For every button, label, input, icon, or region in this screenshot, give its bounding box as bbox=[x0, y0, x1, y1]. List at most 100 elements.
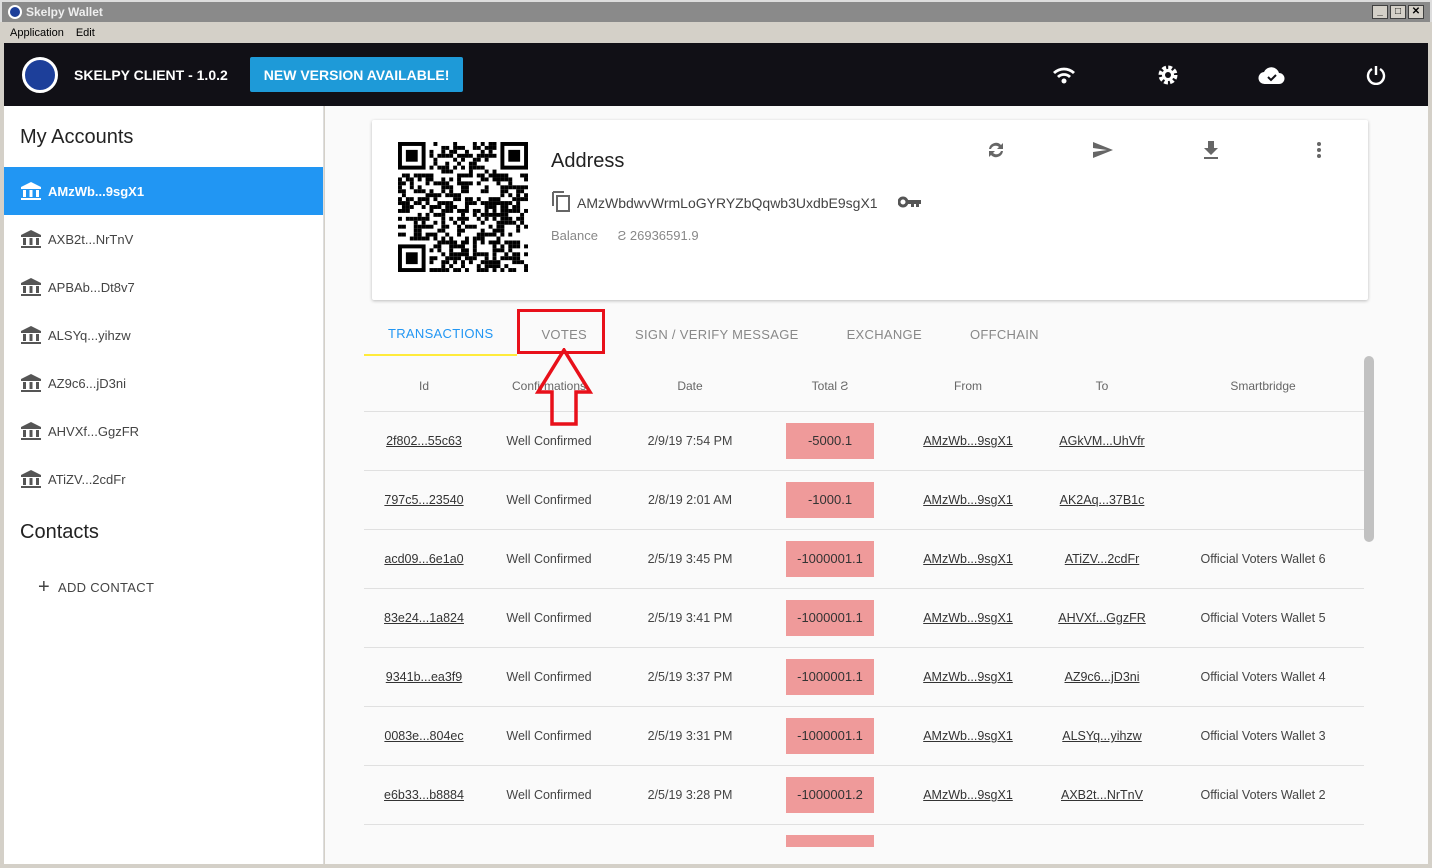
plus-icon: + bbox=[38, 575, 50, 598]
tab-sign-verify-message[interactable]: SIGN / VERIFY MESSAGE bbox=[611, 312, 823, 356]
tx-id-link[interactable]: 83e24...1a824 bbox=[384, 611, 464, 625]
total-amount: -1000001.1 bbox=[786, 659, 874, 695]
total-amount: -1000001.1 bbox=[786, 600, 874, 636]
sidebar-account-item[interactable]: AXB2t...NrTnV bbox=[4, 215, 323, 263]
account-label: AZ9c6...jD3ni bbox=[48, 375, 127, 391]
close-button[interactable]: ✕ bbox=[1408, 5, 1424, 19]
smartbridge-cell: Official Voters Wallet 6 bbox=[1162, 552, 1364, 566]
column-header[interactable]: Date bbox=[614, 379, 766, 393]
from-link[interactable]: AMzWb...9sgX1 bbox=[923, 788, 1013, 802]
date: 2/9/19 7:54 PM bbox=[647, 434, 733, 448]
column-header[interactable]: To bbox=[1042, 379, 1162, 393]
to-link-cell: AXB2t...NrTnV bbox=[1042, 788, 1162, 802]
confirmations-cell: Well Confirmed bbox=[484, 729, 614, 743]
to-link[interactable]: AZ9c6...jD3ni bbox=[1064, 670, 1139, 684]
total-amount-cell: -1000001.1 bbox=[766, 718, 894, 754]
menu-edit[interactable]: Edit bbox=[76, 27, 95, 39]
column-header[interactable]: From bbox=[894, 379, 1042, 393]
account-label: ATiZV...2cdFr bbox=[48, 471, 126, 487]
date: 2/5/19 3:28 PM bbox=[647, 788, 733, 802]
confirmations-cell: Well Confirmed bbox=[484, 552, 614, 566]
sidebar-account-item[interactable]: AZ9c6...jD3ni bbox=[4, 359, 323, 407]
download-icon[interactable] bbox=[1196, 138, 1226, 162]
tab-offchain[interactable]: OFFCHAIN bbox=[946, 312, 1063, 356]
from-link-cell: AMzWb...9sgX1 bbox=[894, 493, 1042, 507]
date: 2/5/19 3:37 PM bbox=[647, 670, 733, 684]
copy-icon[interactable] bbox=[551, 190, 571, 215]
to-link[interactable]: AK2Aq...37B1c bbox=[1060, 493, 1145, 507]
transactions-table: Id Confirmations Date Total Ƨ From To Smartbri… bbox=[364, 360, 1364, 864]
bank-icon bbox=[20, 422, 42, 440]
tab-exchange[interactable]: EXCHANGE bbox=[823, 312, 946, 356]
from-link-cell: AMzWb...9sgX1 bbox=[894, 788, 1042, 802]
smartbridge: Official Voters Wallet 6 bbox=[1200, 552, 1326, 566]
tx-id-link[interactable]: 797c5...23540 bbox=[384, 493, 463, 507]
from-link-cell: AMzWb...9sgX1 bbox=[894, 434, 1042, 448]
window-titlebar: Skelpy Wallet _ □ ✕ bbox=[0, 0, 1432, 22]
tx-id-link[interactable]: acd09...6e1a0 bbox=[384, 552, 463, 566]
to-link-cell: ATiZV...2cdFr bbox=[1042, 552, 1162, 566]
app-title: SKELPY CLIENT - 1.0.2 bbox=[74, 66, 228, 83]
tx-id-link[interactable]: 2f802...55c63 bbox=[386, 434, 462, 448]
table-header: Id Confirmations Date Total Ƨ From To Smartbri… bbox=[364, 360, 1364, 412]
sidebar-account-item[interactable]: ATiZV...2cdFr bbox=[4, 455, 323, 503]
account-label: AHVXf...GgzFR bbox=[48, 423, 140, 439]
to-link-cell: AZ9c6...jD3ni bbox=[1042, 670, 1162, 684]
more-vert-icon[interactable] bbox=[1304, 138, 1334, 162]
tab-transactions[interactable]: TRANSACTIONS bbox=[364, 312, 518, 356]
to-link[interactable]: ALSYq...yihzw bbox=[1062, 729, 1141, 743]
sidebar-account-item[interactable]: AMzWb...9sgX1 bbox=[4, 167, 323, 215]
confirmations: Well Confirmed bbox=[506, 434, 592, 448]
to-link[interactable]: ATiZV...2cdFr bbox=[1065, 552, 1140, 566]
key-icon[interactable] bbox=[897, 195, 922, 211]
smartbridge: Official Voters Wallet 3 bbox=[1200, 729, 1326, 743]
scrollbar[interactable] bbox=[1364, 356, 1374, 542]
maximize-button[interactable]: □ bbox=[1390, 5, 1406, 19]
tx-id-link[interactable]: e6b33...b8884 bbox=[384, 788, 464, 802]
bank-icon bbox=[20, 470, 42, 488]
from-link[interactable]: AMzWb...9sgX1 bbox=[923, 434, 1013, 448]
date-cell: 2/9/19 7:54 PM bbox=[614, 434, 766, 448]
menu-application[interactable]: Application bbox=[10, 27, 64, 39]
to-link[interactable]: AXB2t...NrTnV bbox=[1061, 788, 1143, 802]
from-link[interactable]: AMzWb...9sgX1 bbox=[923, 493, 1013, 507]
from-link-cell: AMzWb...9sgX1 bbox=[894, 729, 1042, 743]
table-row: 9341b...ea3f9 Well Confirmed 2/5/19 3:37 P… bbox=[364, 648, 1364, 707]
from-link[interactable]: AMzWb...9sgX1 bbox=[923, 729, 1013, 743]
tx-id-link-cell: 797c5...23540 bbox=[364, 493, 484, 507]
sidebar-account-item[interactable]: APBAb...Dt8v7 bbox=[4, 263, 323, 311]
confirmations: Well Confirmed bbox=[506, 611, 592, 625]
bank-icon bbox=[20, 230, 42, 248]
table-row: 0083e...804ec Well Confirmed 2/5/19 3:31 P… bbox=[364, 707, 1364, 766]
address-value: AMzWbdwvWrmLoGYRYZbQqwb3UxdbE9sgX1 bbox=[577, 194, 878, 211]
from-link[interactable]: AMzWb...9sgX1 bbox=[923, 552, 1013, 566]
to-link[interactable]: AHVXf...GgzFR bbox=[1058, 611, 1146, 625]
sidebar-account-item[interactable]: AHVXf...GgzFR bbox=[4, 407, 323, 455]
cloud-done-icon[interactable] bbox=[1220, 43, 1324, 106]
to-link[interactable]: AGkVM...UhVfr bbox=[1059, 434, 1144, 448]
tab-bar: TRANSACTIONS VOTES SIGN / VERIFY MESSAGE… bbox=[364, 312, 1063, 356]
column-header[interactable]: Total Ƨ bbox=[766, 379, 894, 393]
confirmations: Well Confirmed bbox=[506, 788, 592, 802]
tx-id-link[interactable]: 0083e...804ec bbox=[384, 729, 463, 743]
wifi-icon[interactable] bbox=[1012, 43, 1116, 106]
address-qr-code bbox=[398, 142, 528, 272]
add-contact-button[interactable]: + ADD CONTACT bbox=[4, 567, 323, 607]
to-link-cell: AHVXf...GgzFR bbox=[1042, 611, 1162, 625]
column-header[interactable]: Id bbox=[364, 379, 484, 393]
send-icon[interactable] bbox=[1088, 138, 1118, 162]
account-label: AMzWb...9sgX1 bbox=[48, 183, 145, 199]
power-icon[interactable] bbox=[1324, 43, 1428, 106]
column-header[interactable]: Smartbridge bbox=[1162, 379, 1364, 393]
bank-icon bbox=[20, 182, 42, 200]
from-link[interactable]: AMzWb...9sgX1 bbox=[923, 611, 1013, 625]
settings-gear-icon[interactable] bbox=[1116, 43, 1220, 106]
from-link[interactable]: AMzWb...9sgX1 bbox=[923, 670, 1013, 684]
date-cell: 2/5/19 3:41 PM bbox=[614, 611, 766, 625]
new-version-button[interactable]: NEW VERSION AVAILABLE! bbox=[249, 57, 464, 92]
smartbridge: Official Voters Wallet 4 bbox=[1200, 670, 1326, 684]
sidebar-account-item[interactable]: ALSYq...yihzw bbox=[4, 311, 323, 359]
tx-id-link[interactable]: 9341b...ea3f9 bbox=[386, 670, 462, 684]
minimize-button[interactable]: _ bbox=[1372, 5, 1388, 19]
refresh-icon[interactable] bbox=[981, 138, 1011, 162]
